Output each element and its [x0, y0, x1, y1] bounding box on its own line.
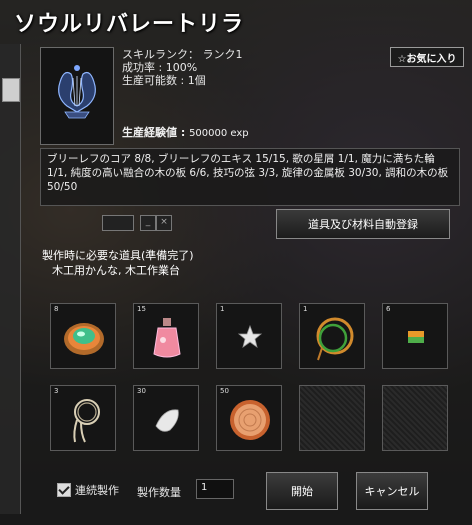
producible-label: 生産可能数 : — [122, 74, 188, 87]
item-icon — [40, 47, 114, 145]
minimize-icon[interactable]: _ — [140, 215, 156, 231]
required-tools-list: 木工用かんな, 木工作業台 — [52, 264, 180, 277]
quantity-label: 製作数量 — [137, 486, 181, 499]
producible-value: 1個 — [187, 74, 206, 87]
continuous-craft[interactable]: 連続製作 — [57, 482, 119, 498]
lyre-icon — [58, 65, 96, 119]
material-slot[interactable]: 3 — [50, 385, 116, 451]
rank-label: スキルランク： — [122, 48, 199, 61]
start-button[interactable]: 開始 — [266, 472, 338, 510]
exp-line: 生産経験値 : 500000 exp — [122, 126, 249, 139]
auto-register-button[interactable]: 道具及び材料自動登録 — [276, 209, 450, 239]
continuous-label: 連続製作 — [75, 484, 119, 497]
continuous-checkbox[interactable] — [57, 483, 71, 497]
material-slot[interactable]: 30 — [133, 385, 199, 451]
mini-bar — [102, 215, 134, 231]
material-slot[interactable]: 1 — [216, 303, 282, 369]
magic-ring-icon — [316, 317, 354, 361]
essence-potion-icon — [153, 318, 181, 358]
rank-value: ランク1 — [202, 48, 243, 61]
empty-slot[interactable] — [382, 385, 448, 451]
wood-slice-icon — [230, 400, 270, 440]
wood-board-icon — [408, 331, 424, 343]
material-slot[interactable]: 6 — [382, 303, 448, 369]
close-icon[interactable]: × — [156, 215, 172, 231]
required-tools: 製作時に必要な道具(準備完了) 木工用かんな, 木工作業台 — [42, 248, 194, 278]
metal-plate-icon — [155, 409, 179, 432]
exp-label: 生産経験値 — [122, 126, 177, 139]
success-value: 100% — [165, 61, 198, 74]
string-coil-icon — [73, 399, 100, 443]
material-slot[interactable]: 50 — [216, 385, 282, 451]
exp-value: 500000 exp — [189, 128, 249, 139]
required-tools-heading: 製作時に必要な道具(準備完了) — [42, 249, 194, 262]
material-slot[interactable]: 1 — [299, 303, 365, 369]
side-tab[interactable] — [2, 78, 20, 102]
side-panel-edge — [0, 44, 21, 514]
cancel-button[interactable]: キャンセル — [356, 472, 428, 510]
skill-info: スキルランク： ランク1 成功率 : 100% 生産可能数 : 1個 — [122, 48, 243, 87]
success-label: 成功率 : — [122, 61, 166, 74]
material-slot[interactable]: 8 — [50, 303, 116, 369]
material-slot[interactable]: 15 — [133, 303, 199, 369]
core-orb-icon — [64, 323, 104, 355]
favorite-button[interactable]: ☆お気に入り — [390, 47, 464, 67]
materials-list: ブリーレフのコア 8/8, ブリーレフのエキス 15/15, 歌の星屑 1/1,… — [40, 148, 460, 206]
empty-slot[interactable] — [299, 385, 365, 451]
window-title: ソウルリバレートリラ — [14, 12, 245, 37]
quantity-input[interactable]: 1 — [196, 479, 234, 499]
star-dust-icon — [237, 324, 263, 348]
